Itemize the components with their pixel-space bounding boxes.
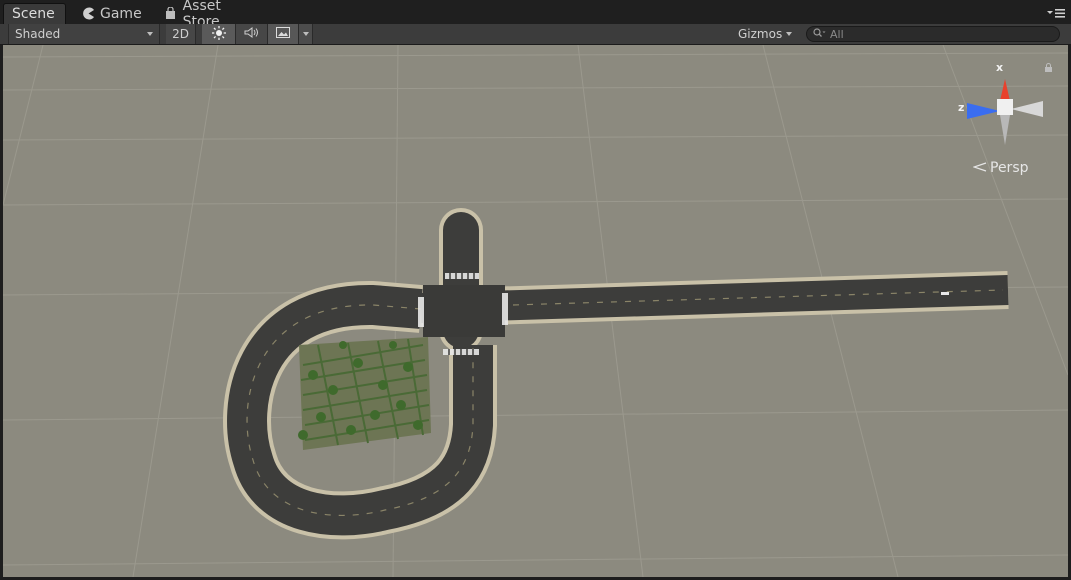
- scene-render: [3, 45, 1068, 577]
- scene-viewport[interactable]: x z Persp: [3, 45, 1068, 577]
- gizmo-center-cube[interactable]: [997, 99, 1013, 115]
- image-icon: [276, 27, 290, 41]
- scene-audio-toggle[interactable]: [236, 24, 268, 44]
- tab-game[interactable]: Game: [73, 3, 153, 24]
- neg-z-axis-cone[interactable]: [1011, 101, 1043, 117]
- projection-label: Persp: [990, 160, 1029, 176]
- scene-toolbar: Shaded 2D Gizmos All: [0, 24, 1071, 45]
- tree-patch: [298, 337, 431, 450]
- search-icon: [813, 27, 826, 41]
- z-axis-label: z: [958, 101, 965, 114]
- projection-toggle[interactable]: Persp: [972, 160, 1029, 176]
- tab-asset-store[interactable]: Asset Store: [156, 0, 268, 30]
- gizmos-dropdown[interactable]: Gizmos: [733, 24, 797, 44]
- tab-game-label: Game: [100, 5, 142, 22]
- gizmos-label: Gizmos: [738, 27, 783, 41]
- intersection: [423, 285, 505, 337]
- effects-dropdown[interactable]: [299, 24, 313, 44]
- chevron-down-icon: [302, 32, 309, 36]
- speaker-icon: [244, 26, 260, 42]
- pacman-icon: [81, 7, 95, 21]
- draw-mode-label: Shaded: [15, 27, 61, 41]
- scene-orientation-gizmo[interactable]: [955, 61, 1050, 151]
- x-axis-cone[interactable]: [1000, 79, 1010, 101]
- editor-tab-bar: Scene Game Asset Store: [0, 0, 1071, 30]
- road-arrow-marking: [941, 292, 949, 295]
- draw-mode-dropdown[interactable]: Shaded: [8, 24, 160, 44]
- y-axis-cone[interactable]: [1000, 115, 1010, 145]
- scene-search-field[interactable]: [806, 26, 1060, 42]
- chevron-down-icon: [786, 32, 792, 36]
- tab-scene-label: Scene: [12, 6, 55, 22]
- 2d-mode-label: 2D: [172, 27, 189, 41]
- x-axis-label: x: [996, 61, 1004, 74]
- scene-lighting-toggle[interactable]: [202, 24, 236, 44]
- sun-icon: [211, 25, 226, 43]
- scene-effects-toggle[interactable]: [268, 24, 299, 44]
- chevron-down-icon: [147, 32, 153, 36]
- 2d-mode-toggle[interactable]: 2D: [166, 24, 196, 44]
- tab-menu-icon[interactable]: [1047, 9, 1065, 18]
- lock-icon[interactable]: [1044, 61, 1053, 75]
- search-input[interactable]: [830, 27, 1040, 41]
- z-axis-cone[interactable]: [967, 103, 1000, 119]
- store-bag-icon: [164, 7, 178, 21]
- perspective-icon: [972, 160, 987, 176]
- tab-scene[interactable]: Scene: [3, 3, 66, 24]
